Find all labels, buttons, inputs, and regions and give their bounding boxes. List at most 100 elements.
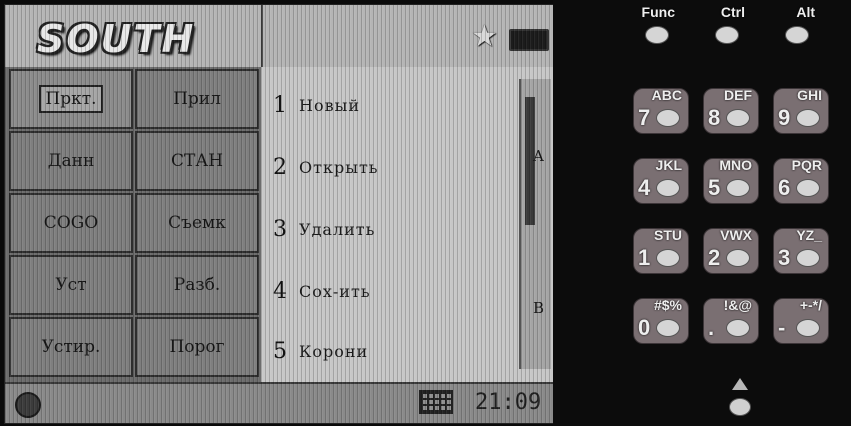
menu-button-data[interactable]: Данн [9, 131, 133, 191]
key-2[interactable]: VWX 2 [703, 227, 759, 274]
key-digit: . [708, 315, 715, 340]
key-button-dot [796, 109, 820, 127]
key-button-dot [726, 249, 750, 267]
key-4[interactable]: JKL 4 [633, 157, 689, 204]
key-label: Ctrl [720, 4, 745, 20]
list-item-number: 4 [273, 278, 287, 304]
hardware-keypad: Func Ctrl Alt ABC 7 DEF 8 GHI 9 JKL 4 MNO 5 P… [553, 0, 851, 426]
scroll-letter-b: B [533, 299, 545, 317]
list-item-crown[interactable]: 5 Корони [273, 331, 368, 371]
key-label: PQR [791, 157, 822, 173]
menu-button-apps[interactable]: Прил [135, 69, 259, 129]
menu-button-label: Съемк [168, 213, 226, 233]
key-label: STU [654, 227, 682, 243]
keyboard-icon[interactable] [419, 390, 453, 414]
key-digit: 4 [638, 175, 651, 200]
menu-button-project[interactable]: Прκт. [9, 69, 133, 129]
status-bar: 21:09 [5, 382, 554, 423]
key-dot-symbol[interactable]: !&@. [703, 297, 759, 344]
list-item-delete[interactable]: 3 Удалить [273, 209, 375, 249]
project-menu-list: 1 Новый 2 Открыть 3 Удалить 4 Сох-ить 5 … [261, 67, 554, 382]
key-label: +-*/ [799, 297, 822, 313]
key-digit: 5 [708, 175, 721, 200]
list-item-number: 1 [273, 92, 287, 118]
key-7[interactable]: ABC 7 [633, 87, 689, 134]
key-label: VWX [720, 227, 752, 243]
key-0[interactable]: #$% 0 [633, 297, 689, 344]
key-button-dot [656, 179, 680, 197]
key-digit: 0 [638, 315, 651, 340]
list-item-save[interactable]: 4 Сох-ить [273, 271, 371, 311]
key-ctrl[interactable]: Ctrl [701, 4, 755, 48]
key-alt[interactable]: Alt [771, 4, 825, 48]
menu-button-threshold[interactable]: Порог [135, 317, 259, 377]
list-item-number: 5 [273, 338, 287, 364]
battery-icon [509, 29, 549, 51]
key-9[interactable]: GHI 9 [773, 87, 829, 134]
menu-button-settings[interactable]: Уст [9, 255, 133, 315]
key-button-dot [796, 179, 820, 197]
key-digit: 7 [638, 105, 651, 130]
key-label: !&@ [723, 297, 752, 313]
key-label: MNO [719, 157, 752, 173]
list-item-label: Удалить [299, 219, 376, 239]
menu-button-label: Порог [169, 337, 225, 357]
main-menu: Прκт. Прил Данн СТАН COGO Съемк Уст Разб… [5, 67, 261, 382]
key-3[interactable]: YZ_ 3 [773, 227, 829, 274]
key-digit: 2 [708, 245, 721, 270]
arrow-up-icon [732, 378, 748, 390]
menu-button-label: Данн [47, 151, 95, 171]
menu-button-label: Уст [55, 275, 87, 295]
key-button-dot [715, 26, 739, 44]
key-minus[interactable]: +-*/- [773, 297, 829, 344]
menu-button-label: СТАН [170, 151, 224, 171]
menu-button-label: Устир. [41, 337, 101, 357]
list-item-open[interactable]: 2 Открыть [273, 147, 379, 187]
menu-button-stakeout[interactable]: Разб. [135, 255, 259, 315]
star-icon[interactable]: ★ [471, 19, 498, 54]
key-button-dot [726, 179, 750, 197]
menu-button-cogo[interactable]: COGO [9, 193, 133, 253]
list-item-number: 3 [273, 216, 287, 242]
key-button-dot [656, 319, 680, 337]
key-func[interactable]: Func [631, 4, 685, 48]
list-item-new[interactable]: 1 Новый [273, 85, 360, 125]
key-label: ABC [651, 87, 682, 103]
key-5[interactable]: MNO 5 [703, 157, 759, 204]
clock: 21:09 [475, 390, 542, 415]
list-item-number: 2 [273, 154, 287, 180]
device: SOUTH ★ Прκт. Прил Данн СТАН COGO Съемк … [0, 0, 851, 426]
menu-button-label: Разб. [173, 275, 221, 295]
scroll-letter-a: A [533, 147, 544, 165]
key-digit: 8 [708, 105, 721, 130]
menu-button-label: Прκт. [39, 85, 103, 113]
key-1[interactable]: STU 1 [633, 227, 689, 274]
key-button-dot [656, 249, 680, 267]
list-item-label: Новый [299, 95, 360, 115]
key-label: Alt [796, 4, 815, 20]
key-button-dot [726, 109, 750, 127]
key-label: JKL [655, 157, 682, 173]
key-digit: - [778, 315, 786, 340]
key-label: #$% [653, 297, 682, 313]
menu-button-label: COGO [43, 213, 99, 233]
menu-button-survey[interactable]: Съемк [135, 193, 259, 253]
start-icon[interactable] [15, 392, 41, 418]
menu-button-station[interactable]: СТАН [135, 131, 259, 191]
lcd-screen: SOUTH ★ Прκт. Прил Данн СТАН COGO Съемк … [4, 4, 555, 424]
key-digit: 6 [778, 175, 791, 200]
key-button-dot [656, 109, 680, 127]
title-divider [261, 5, 263, 67]
brand-logo: SOUTH [37, 17, 196, 61]
nav-button[interactable] [729, 398, 751, 416]
key-8[interactable]: DEF 8 [703, 87, 759, 134]
key-label: DEF [724, 87, 752, 103]
list-scrollbar[interactable]: A B [519, 79, 551, 369]
menu-button-label: Прил [173, 89, 221, 109]
list-item-label: Сох-ить [299, 281, 371, 301]
key-digit: 9 [778, 105, 791, 130]
menu-button-device[interactable]: Устир. [9, 317, 133, 377]
key-digit: 3 [778, 245, 791, 270]
key-6[interactable]: PQR 6 [773, 157, 829, 204]
key-button-dot [796, 319, 820, 337]
